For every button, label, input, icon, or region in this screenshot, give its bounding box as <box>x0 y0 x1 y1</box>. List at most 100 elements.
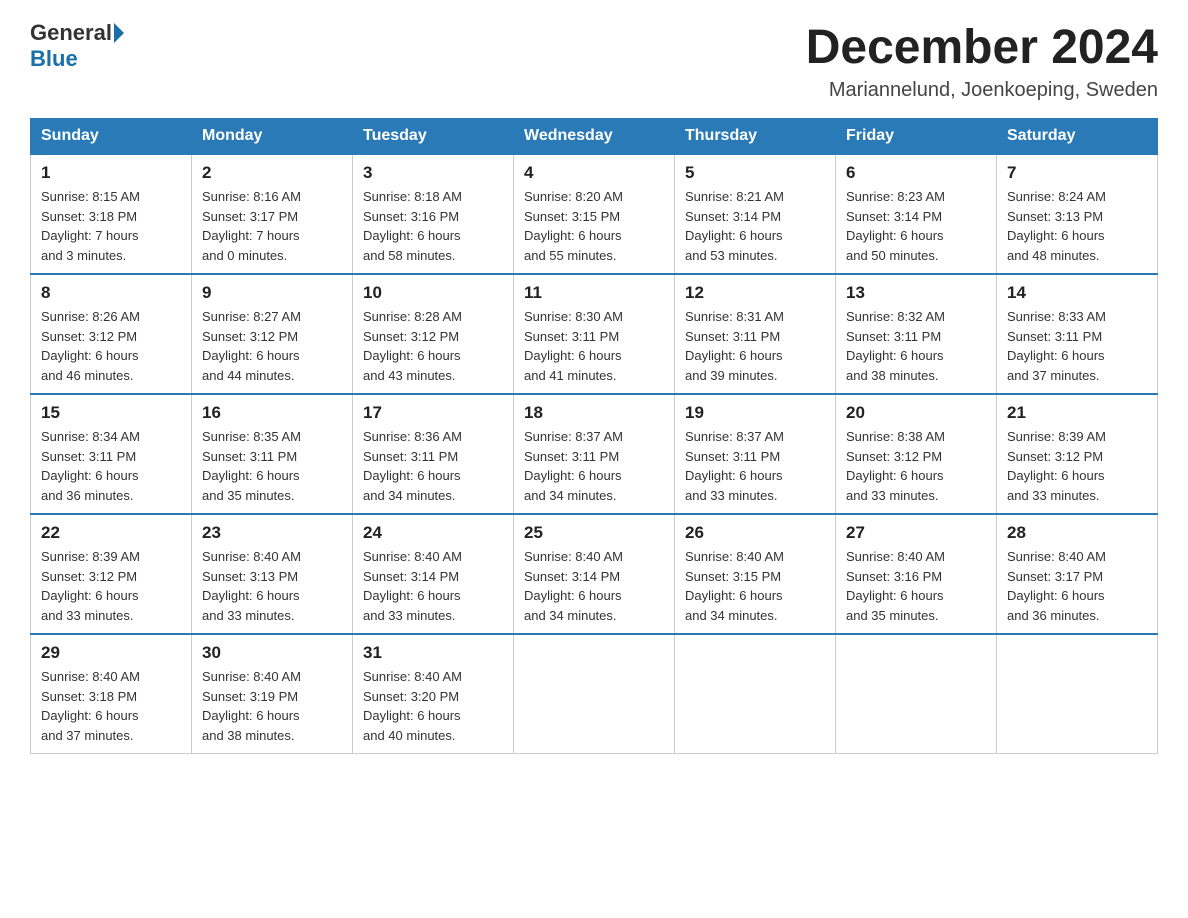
table-row: 28 Sunrise: 8:40 AMSunset: 3:17 PMDaylig… <box>997 514 1158 634</box>
day-number: 10 <box>363 283 503 303</box>
day-info: Sunrise: 8:40 AMSunset: 3:19 PMDaylight:… <box>202 669 301 743</box>
calendar-header-row: Sunday Monday Tuesday Wednesday Thursday… <box>31 119 1158 155</box>
table-row: 6 Sunrise: 8:23 AMSunset: 3:14 PMDayligh… <box>836 154 997 274</box>
header-wednesday: Wednesday <box>514 119 675 155</box>
table-row: 27 Sunrise: 8:40 AMSunset: 3:16 PMDaylig… <box>836 514 997 634</box>
header-saturday: Saturday <box>997 119 1158 155</box>
table-row <box>514 634 675 754</box>
day-number: 14 <box>1007 283 1147 303</box>
day-info: Sunrise: 8:39 AMSunset: 3:12 PMDaylight:… <box>1007 429 1106 503</box>
day-number: 11 <box>524 283 664 303</box>
table-row: 18 Sunrise: 8:37 AMSunset: 3:11 PMDaylig… <box>514 394 675 514</box>
title-block: December 2024 Mariannelund, Joenkoeping,… <box>806 20 1158 102</box>
calendar-week-row: 1 Sunrise: 8:15 AMSunset: 3:18 PMDayligh… <box>31 154 1158 274</box>
table-row: 2 Sunrise: 8:16 AMSunset: 3:17 PMDayligh… <box>192 154 353 274</box>
day-number: 4 <box>524 163 664 183</box>
table-row: 17 Sunrise: 8:36 AMSunset: 3:11 PMDaylig… <box>353 394 514 514</box>
day-number: 27 <box>846 523 986 543</box>
table-row: 16 Sunrise: 8:35 AMSunset: 3:11 PMDaylig… <box>192 394 353 514</box>
day-number: 8 <box>41 283 181 303</box>
day-number: 19 <box>685 403 825 423</box>
header-sunday: Sunday <box>31 119 192 155</box>
calendar-week-row: 15 Sunrise: 8:34 AMSunset: 3:11 PMDaylig… <box>31 394 1158 514</box>
day-info: Sunrise: 8:23 AMSunset: 3:14 PMDaylight:… <box>846 189 945 263</box>
logo-blue-text: Blue <box>30 46 78 71</box>
table-row: 14 Sunrise: 8:33 AMSunset: 3:11 PMDaylig… <box>997 274 1158 394</box>
table-row <box>997 634 1158 754</box>
day-info: Sunrise: 8:40 AMSunset: 3:20 PMDaylight:… <box>363 669 462 743</box>
table-row <box>836 634 997 754</box>
day-info: Sunrise: 8:40 AMSunset: 3:14 PMDaylight:… <box>363 549 462 623</box>
table-row: 20 Sunrise: 8:38 AMSunset: 3:12 PMDaylig… <box>836 394 997 514</box>
month-title: December 2024 <box>806 20 1158 75</box>
day-info: Sunrise: 8:26 AMSunset: 3:12 PMDaylight:… <box>41 309 140 383</box>
table-row: 13 Sunrise: 8:32 AMSunset: 3:11 PMDaylig… <box>836 274 997 394</box>
day-number: 1 <box>41 163 181 183</box>
header-thursday: Thursday <box>675 119 836 155</box>
day-number: 29 <box>41 643 181 663</box>
day-info: Sunrise: 8:40 AMSunset: 3:18 PMDaylight:… <box>41 669 140 743</box>
day-number: 20 <box>846 403 986 423</box>
day-number: 3 <box>363 163 503 183</box>
day-info: Sunrise: 8:36 AMSunset: 3:11 PMDaylight:… <box>363 429 462 503</box>
day-info: Sunrise: 8:39 AMSunset: 3:12 PMDaylight:… <box>41 549 140 623</box>
table-row: 4 Sunrise: 8:20 AMSunset: 3:15 PMDayligh… <box>514 154 675 274</box>
day-info: Sunrise: 8:37 AMSunset: 3:11 PMDaylight:… <box>685 429 784 503</box>
table-row: 24 Sunrise: 8:40 AMSunset: 3:14 PMDaylig… <box>353 514 514 634</box>
table-row: 8 Sunrise: 8:26 AMSunset: 3:12 PMDayligh… <box>31 274 192 394</box>
day-number: 17 <box>363 403 503 423</box>
day-info: Sunrise: 8:40 AMSunset: 3:16 PMDaylight:… <box>846 549 945 623</box>
table-row: 9 Sunrise: 8:27 AMSunset: 3:12 PMDayligh… <box>192 274 353 394</box>
day-number: 13 <box>846 283 986 303</box>
logo: General Blue <box>30 20 126 72</box>
day-info: Sunrise: 8:21 AMSunset: 3:14 PMDaylight:… <box>685 189 784 263</box>
day-number: 9 <box>202 283 342 303</box>
table-row: 15 Sunrise: 8:34 AMSunset: 3:11 PMDaylig… <box>31 394 192 514</box>
day-number: 24 <box>363 523 503 543</box>
table-row: 10 Sunrise: 8:28 AMSunset: 3:12 PMDaylig… <box>353 274 514 394</box>
day-number: 26 <box>685 523 825 543</box>
day-number: 31 <box>363 643 503 663</box>
day-info: Sunrise: 8:37 AMSunset: 3:11 PMDaylight:… <box>524 429 623 503</box>
day-number: 25 <box>524 523 664 543</box>
day-info: Sunrise: 8:27 AMSunset: 3:12 PMDaylight:… <box>202 309 301 383</box>
header-tuesday: Tuesday <box>353 119 514 155</box>
table-row: 1 Sunrise: 8:15 AMSunset: 3:18 PMDayligh… <box>31 154 192 274</box>
table-row: 31 Sunrise: 8:40 AMSunset: 3:20 PMDaylig… <box>353 634 514 754</box>
calendar-week-row: 8 Sunrise: 8:26 AMSunset: 3:12 PMDayligh… <box>31 274 1158 394</box>
table-row <box>675 634 836 754</box>
day-info: Sunrise: 8:32 AMSunset: 3:11 PMDaylight:… <box>846 309 945 383</box>
logo-arrow-icon <box>114 23 124 43</box>
day-info: Sunrise: 8:18 AMSunset: 3:16 PMDaylight:… <box>363 189 462 263</box>
day-info: Sunrise: 8:28 AMSunset: 3:12 PMDaylight:… <box>363 309 462 383</box>
day-number: 28 <box>1007 523 1147 543</box>
day-number: 2 <box>202 163 342 183</box>
day-number: 12 <box>685 283 825 303</box>
day-number: 30 <box>202 643 342 663</box>
table-row: 26 Sunrise: 8:40 AMSunset: 3:15 PMDaylig… <box>675 514 836 634</box>
day-number: 6 <box>846 163 986 183</box>
day-info: Sunrise: 8:24 AMSunset: 3:13 PMDaylight:… <box>1007 189 1106 263</box>
day-info: Sunrise: 8:16 AMSunset: 3:17 PMDaylight:… <box>202 189 301 263</box>
day-info: Sunrise: 8:33 AMSunset: 3:11 PMDaylight:… <box>1007 309 1106 383</box>
table-row: 3 Sunrise: 8:18 AMSunset: 3:16 PMDayligh… <box>353 154 514 274</box>
table-row: 21 Sunrise: 8:39 AMSunset: 3:12 PMDaylig… <box>997 394 1158 514</box>
header-monday: Monday <box>192 119 353 155</box>
table-row: 19 Sunrise: 8:37 AMSunset: 3:11 PMDaylig… <box>675 394 836 514</box>
table-row: 29 Sunrise: 8:40 AMSunset: 3:18 PMDaylig… <box>31 634 192 754</box>
day-info: Sunrise: 8:40 AMSunset: 3:17 PMDaylight:… <box>1007 549 1106 623</box>
day-info: Sunrise: 8:40 AMSunset: 3:14 PMDaylight:… <box>524 549 623 623</box>
table-row: 11 Sunrise: 8:30 AMSunset: 3:11 PMDaylig… <box>514 274 675 394</box>
logo-general-text: General <box>30 20 112 46</box>
table-row: 5 Sunrise: 8:21 AMSunset: 3:14 PMDayligh… <box>675 154 836 274</box>
day-number: 21 <box>1007 403 1147 423</box>
table-row: 30 Sunrise: 8:40 AMSunset: 3:19 PMDaylig… <box>192 634 353 754</box>
page-header: General Blue December 2024 Mariannelund,… <box>30 20 1158 102</box>
calendar-table: Sunday Monday Tuesday Wednesday Thursday… <box>30 118 1158 754</box>
day-info: Sunrise: 8:31 AMSunset: 3:11 PMDaylight:… <box>685 309 784 383</box>
table-row: 23 Sunrise: 8:40 AMSunset: 3:13 PMDaylig… <box>192 514 353 634</box>
header-friday: Friday <box>836 119 997 155</box>
table-row: 12 Sunrise: 8:31 AMSunset: 3:11 PMDaylig… <box>675 274 836 394</box>
table-row: 22 Sunrise: 8:39 AMSunset: 3:12 PMDaylig… <box>31 514 192 634</box>
calendar-week-row: 29 Sunrise: 8:40 AMSunset: 3:18 PMDaylig… <box>31 634 1158 754</box>
